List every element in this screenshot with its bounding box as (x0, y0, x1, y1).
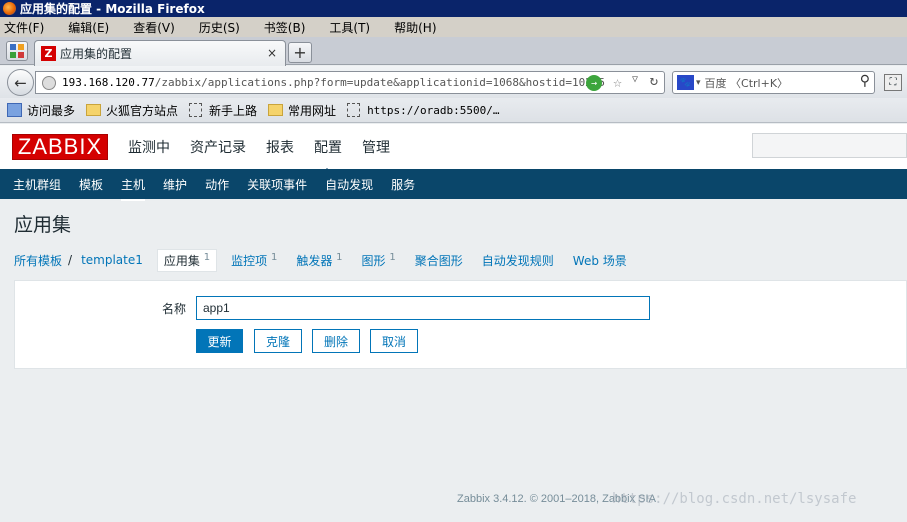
folder-icon (86, 104, 102, 116)
tab-triggers[interactable]: 触发器 1 (296, 252, 342, 269)
grid-icon (10, 44, 24, 58)
firefox-icon (3, 2, 16, 15)
window-title-bar: 应用集的配置 - Mozilla Firefox (0, 0, 907, 17)
bookmark-firefox-site[interactable]: 火狐官方站点 (86, 102, 178, 119)
clone-button[interactable]: 克隆 (254, 329, 302, 353)
global-search-input[interactable] (752, 133, 907, 158)
dropdown-icon[interactable]: ▽ (632, 74, 638, 85)
back-arrow-icon: ← (14, 73, 27, 92)
new-tab-button[interactable]: + (288, 42, 312, 63)
menu-history[interactable]: 历史(S) (199, 19, 240, 36)
back-button[interactable]: ← (7, 69, 34, 96)
subnav-templates[interactable]: 模板 (79, 176, 103, 193)
tab-screens[interactable]: 聚合图形 (415, 252, 463, 269)
folder-icon (268, 104, 284, 116)
subnav-actions[interactable]: 动作 (205, 176, 229, 193)
breadcrumb: 所有模板 / template1 应用集 1 监控项 1 触发器 1 图形 1 … (14, 248, 646, 272)
page-icon (189, 103, 203, 117)
subnav-services[interactable]: 服务 (391, 176, 415, 193)
zabbix-header: ZABBIX 监测中 资产记录 报表 配置 管理 (0, 124, 907, 175)
menu-tools[interactable]: 工具(T) (329, 19, 370, 36)
nav-inventory[interactable]: 资产记录 (190, 137, 246, 157)
go-icon[interactable]: → (586, 75, 602, 91)
menu-edit[interactable]: 编辑(E) (68, 19, 109, 36)
search-dropdown-icon: ▾ (696, 77, 701, 88)
url-bar[interactable]: 193.168.120.77/zabbix/applications.php?f… (35, 71, 665, 94)
nav-reports[interactable]: 报表 (266, 137, 294, 157)
window-title: 应用集的配置 - Mozilla Firefox (20, 2, 205, 16)
menu-view[interactable]: 查看(V) (133, 19, 175, 36)
search-placeholder: 百度 〈Ctrl+K〉 (704, 76, 789, 90)
tab-strip: Z 应用集的配置 × + (0, 37, 907, 66)
bookmark-common-sites[interactable]: 常用网址 (268, 102, 336, 119)
subnav-hosts[interactable]: 主机 (121, 176, 146, 201)
subnav-maintenance[interactable]: 维护 (163, 176, 187, 193)
subnav-event-correlation[interactable]: 关联项事件 (247, 176, 307, 193)
breadcrumb-separator: / (68, 253, 73, 267)
delete-button[interactable]: 删除 (312, 329, 360, 353)
tab-graphs[interactable]: 图形 1 (362, 252, 396, 269)
search-bar[interactable]: 🐾 ▾ 百度 〈Ctrl+K〉 ⚲ (672, 71, 875, 94)
baidu-engine-icon[interactable]: 🐾 (677, 75, 694, 90)
subnav-discovery[interactable]: 自动发现 (325, 176, 373, 193)
nav-administration[interactable]: 管理 (362, 137, 390, 157)
zabbix-favicon: Z (41, 46, 56, 61)
menu-bar: 文件(F) 编辑(E) 查看(V) 历史(S) 书签(B) 工具(T) 帮助(H… (0, 17, 907, 37)
name-label: 名称 (162, 302, 187, 316)
browser-tab[interactable]: Z 应用集的配置 × (34, 40, 286, 66)
cancel-button[interactable]: 取消 (370, 329, 418, 353)
star-icon[interactable]: ☆ (613, 73, 622, 91)
tab-discovery-rules[interactable]: 自动发现规则 (482, 252, 554, 269)
menu-bookmarks[interactable]: 书签(B) (264, 19, 306, 36)
subnav-host-groups[interactable]: 主机群组 (13, 176, 61, 193)
search-icon[interactable]: ⚲ (860, 73, 870, 89)
breadcrumb-all-templates[interactable]: 所有模板 (14, 252, 62, 269)
watermark: https://blog.csdn.net/lsysafe (612, 491, 857, 507)
nav-configuration[interactable]: 配置 (314, 137, 342, 157)
toolbar-extension-icon[interactable]: ⛶ (884, 74, 902, 91)
zabbix-logo[interactable]: ZABBIX (12, 134, 108, 160)
menu-file[interactable]: 文件(F) (4, 19, 44, 36)
page-icon (347, 103, 361, 117)
tab-web-scenarios[interactable]: Web 场景 (573, 252, 627, 269)
bookmarks-toolbar: 访问最多 火狐官方站点 新手上路 常用网址 https://oradb:5500… (0, 98, 907, 123)
breadcrumb-template[interactable]: template1 (81, 253, 143, 267)
globe-icon (42, 75, 56, 90)
tab-groups-button[interactable] (6, 41, 28, 61)
application-form: 名称 更新 克隆 删除 取消 (14, 280, 907, 369)
page-title: 应用集 (14, 214, 72, 236)
navigation-bar: ← 193.168.120.77/zabbix/applications.php… (0, 66, 907, 98)
top-navigation: 监测中 资产记录 报表 配置 管理 (128, 137, 410, 175)
sub-navigation: 主机群组 模板 主机 维护 动作 关联项事件 自动发现 服务 (0, 169, 907, 201)
name-input[interactable] (196, 296, 650, 320)
update-button[interactable]: 更新 (196, 329, 243, 353)
bookmark-getting-started[interactable]: 新手上路 (189, 102, 257, 119)
tab-title: 应用集的配置 (60, 47, 133, 61)
url-path: /zabbix/applications.php?form=update&app… (154, 76, 606, 89)
bookmark-oradb[interactable]: https://oradb:5500/… (347, 103, 500, 117)
menu-help[interactable]: 帮助(H) (394, 19, 436, 36)
nav-monitoring[interactable]: 监测中 (128, 137, 170, 157)
close-tab-icon[interactable]: × (267, 46, 277, 60)
reload-icon[interactable]: ↻ (650, 73, 658, 89)
tab-applications[interactable]: 应用集 1 (156, 248, 218, 272)
tab-items[interactable]: 监控项 1 (231, 252, 277, 269)
most-visited-icon (7, 103, 22, 117)
bookmark-most-visited[interactable]: 访问最多 (7, 102, 75, 119)
url-host: 193.168.120.77 (62, 76, 155, 89)
